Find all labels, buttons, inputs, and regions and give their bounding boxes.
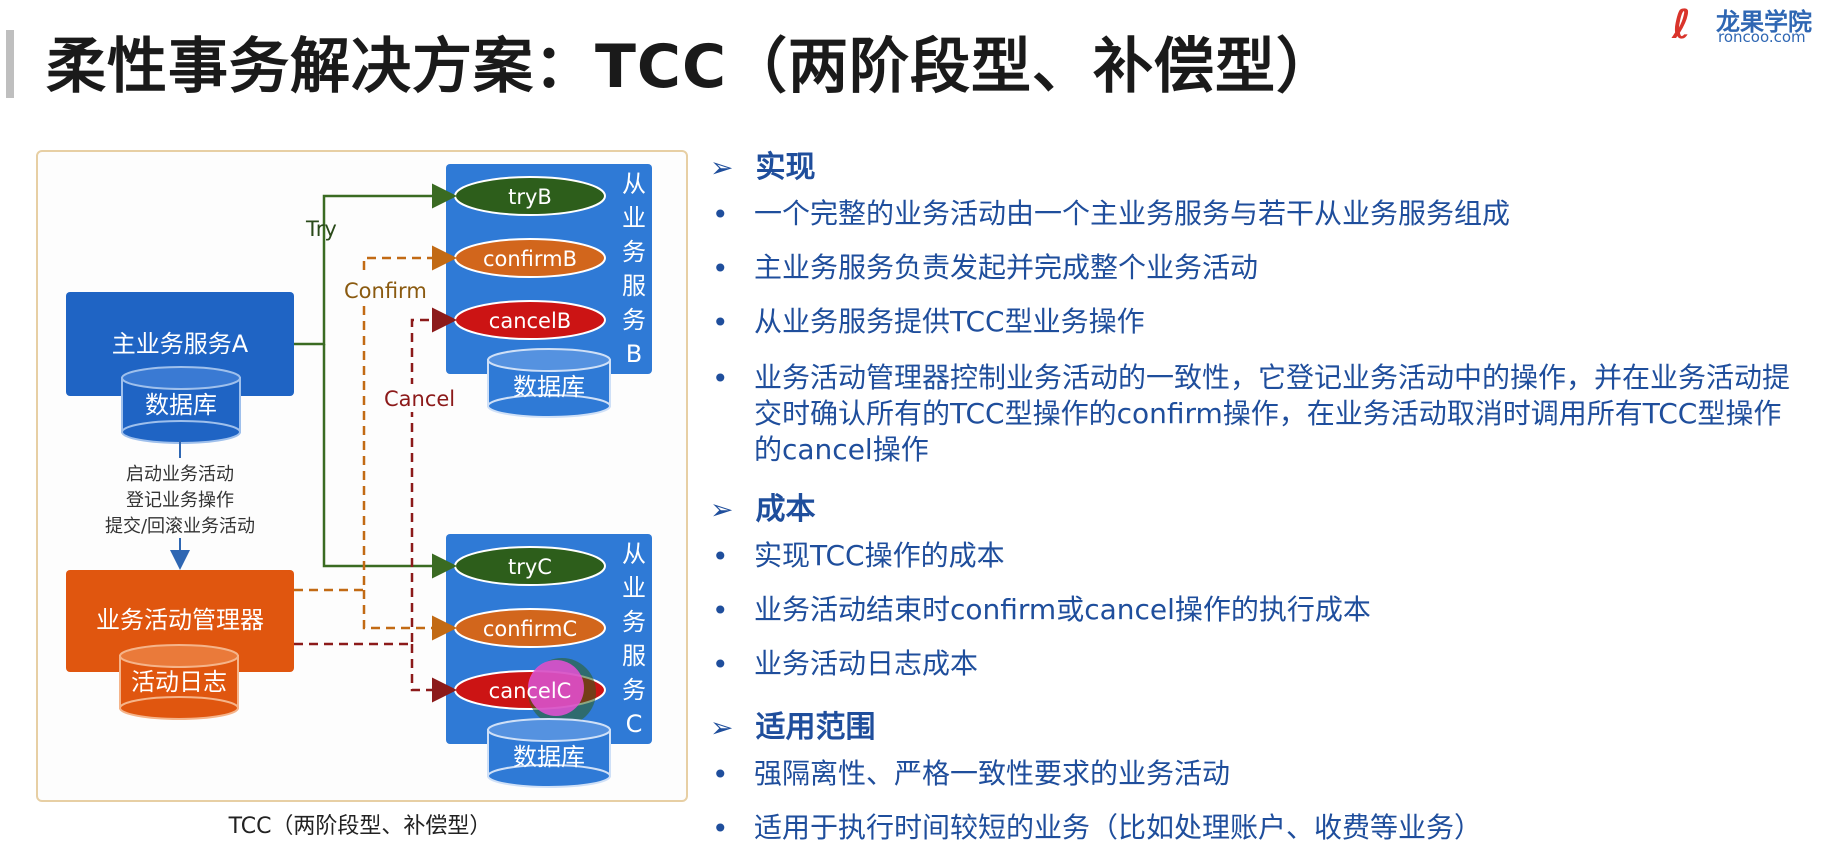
section-head-text: 成本 — [755, 492, 816, 527]
bullet-item: 业务活动结束时confirm或cancel操作的执行成本 — [754, 593, 1371, 626]
chevron-right-icon: ➢ — [710, 493, 734, 526]
section-head-cost: ➢ 成本 — [710, 484, 815, 528]
chevron-right-icon: ➢ — [710, 711, 734, 744]
bullet-item: 适用于执行时间较短的业务（比如处理账户、收费等业务） — [754, 811, 1483, 844]
bullet-item: 实现TCC操作的成本 — [754, 539, 1005, 572]
bullet-dot: • — [712, 252, 729, 285]
bullet-dot: • — [712, 648, 729, 681]
bullet-item: 一个完整的业务活动由一个主业务服务与若干从业务服务组成 — [754, 197, 1511, 230]
chevron-right-icon: ➢ — [710, 151, 734, 184]
bullet-item: 业务活动管理器控制业务活动的一致性，它登记业务活动中的操作，并在业务活动提交时确… — [754, 361, 1791, 466]
bullet-dot: • — [712, 812, 729, 845]
bullet-item: 业务活动日志成本 — [754, 647, 979, 680]
bullet-dot: • — [712, 594, 729, 627]
bullet-dot: • — [712, 758, 729, 791]
bullet-dot: • — [712, 306, 729, 339]
section-head-text: 适用范围 — [755, 710, 876, 745]
bullet-item: 强隔离性、严格一致性要求的业务活动 — [754, 757, 1231, 790]
bullet-item: 从业务服务提供TCC型业务操作 — [754, 305, 1145, 338]
bullet-dot: • — [712, 362, 729, 395]
section-head-scope: ➢ 适用范围 — [710, 702, 875, 746]
section-head-implementation: ➢ 实现 — [710, 142, 815, 186]
bullet-dot: • — [712, 540, 729, 573]
section-head-text: 实现 — [755, 150, 816, 185]
bullet-item: 主业务服务负责发起并完成整个业务活动 — [754, 251, 1259, 284]
bullet-content: ➢ 实现 • 一个完整的业务活动由一个主业务服务与若干从业务服务组成 • 主业务服… — [0, 0, 1822, 861]
bullet-dot: • — [712, 198, 729, 231]
